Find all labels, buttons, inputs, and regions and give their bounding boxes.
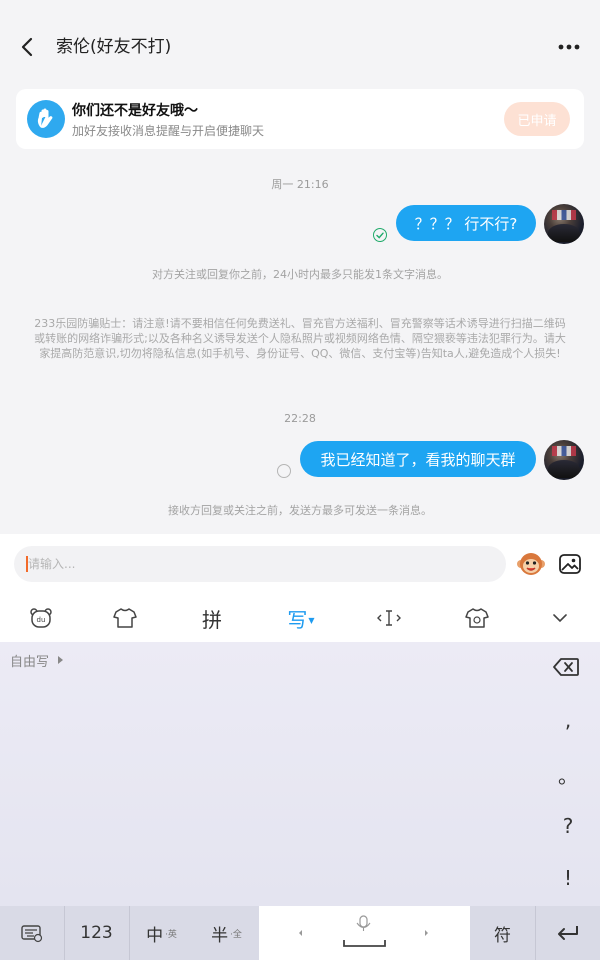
wave-hand-icon (27, 100, 65, 138)
space-key-glyphs (299, 915, 428, 947)
tshirt-icon (113, 608, 137, 628)
free-write-label[interactable]: 自由写 (10, 651, 49, 670)
message-input-bar (0, 534, 600, 594)
chevron-down-icon (553, 614, 567, 623)
bear-sticker-button[interactable]: du (20, 594, 62, 642)
backspace-icon (553, 658, 579, 676)
cursor-move-button[interactable] (366, 594, 412, 642)
zh-sub-label: ·英 (165, 929, 177, 940)
keyboard-settings-key[interactable] (0, 906, 64, 960)
message-bubble-sent[interactable]: ？？？ 行不行? (396, 205, 536, 241)
friend-request-card: 你们还不是好友哦～ 加好友接收消息提醒与开启便捷聊天 已申请 (16, 89, 584, 149)
image-button[interactable] (558, 552, 582, 576)
user-avatar[interactable] (544, 204, 584, 244)
image-icon (559, 554, 581, 574)
punct-comma-key[interactable]: , (548, 708, 588, 732)
timestamp: 周一 21:16 (271, 178, 329, 191)
punct-exclaim-key[interactable]: ! (548, 866, 588, 890)
more-dots-icon (558, 44, 580, 50)
pending-status-icon (277, 464, 291, 478)
message-bubble-sent[interactable]: 我已经知道了，看我的聊天群 (300, 441, 536, 477)
bear-icon: du (30, 608, 52, 628)
chat-title: 索伦(好友不打) (56, 37, 172, 57)
more-options-button[interactable] (556, 36, 582, 58)
half-label: 半 (211, 925, 229, 946)
skin-button[interactable] (104, 594, 146, 642)
enter-key[interactable] (535, 906, 600, 960)
half-sub-label: ·全 (230, 929, 242, 940)
message-input-box[interactable] (14, 546, 506, 582)
tshirt-face-icon (465, 608, 489, 628)
fun-skin-button[interactable] (454, 594, 500, 642)
enter-icon (557, 926, 578, 940)
chevron-left-icon (21, 37, 33, 57)
caret-down-icon: ▼ (308, 615, 315, 625)
anti-fraud-notice: 233乐园防骗贴士：请注意!请不要相信任何免费送礼、冒充官方送福利、冒充警察等话… (34, 317, 566, 360)
punct-period-key[interactable]: 。 (548, 760, 588, 789)
emoji-button[interactable] (516, 549, 546, 579)
space-key[interactable] (259, 906, 470, 960)
pinyin-mode-button[interactable]: 拼 (190, 594, 234, 642)
keyboard-bottom-row: 123 中 ·英 半 ·全 符 (0, 906, 600, 960)
zh-en-toggle-key[interactable]: 中 ·英 (129, 906, 194, 960)
punct-question-key[interactable]: ? (548, 814, 588, 838)
zh-label: 中 (146, 925, 164, 946)
handwriting-mode-button[interactable]: 写 ▼ (278, 594, 324, 642)
friend-card-title: 你们还不是好友哦～ (72, 103, 198, 119)
number-key[interactable]: 123 (64, 906, 129, 960)
back-button[interactable] (14, 34, 40, 60)
handwriting-area[interactable]: 自由写 , 。 ? ! (0, 642, 600, 906)
handwriting-label: 写 (287, 607, 308, 632)
timestamp: 22:28 (284, 412, 316, 425)
text-cursor-icon (377, 610, 401, 626)
keyboard-toolbar: du 拼 写 ▼ (0, 594, 600, 642)
sent-check-icon (373, 228, 387, 242)
friend-card-subtitle: 加好友接收消息提醒与开启便捷聊天 (72, 124, 265, 138)
applied-button[interactable]: 已申请 (504, 102, 570, 136)
chat-header: 索伦(好友不打) (0, 0, 600, 96)
symbol-key[interactable]: 符 (470, 906, 535, 960)
user-avatar[interactable] (544, 440, 584, 480)
monkey-face-icon (517, 553, 545, 575)
system-notice: 对方关注或回复你之前，24小时内最多只能发1条文字消息。 (152, 268, 448, 281)
triangle-right-icon (58, 656, 63, 664)
system-notice: 接收方回复或关注之前，发送方最多可发送一条消息。 (168, 504, 432, 517)
delete-button[interactable] (552, 656, 582, 680)
message-input[interactable] (28, 546, 488, 582)
keyboard-gear-icon (21, 925, 43, 943)
collapse-keyboard-button[interactable] (540, 594, 580, 642)
half-full-toggle-key[interactable]: 半 ·全 (194, 906, 259, 960)
svg-text:du: du (37, 616, 46, 624)
